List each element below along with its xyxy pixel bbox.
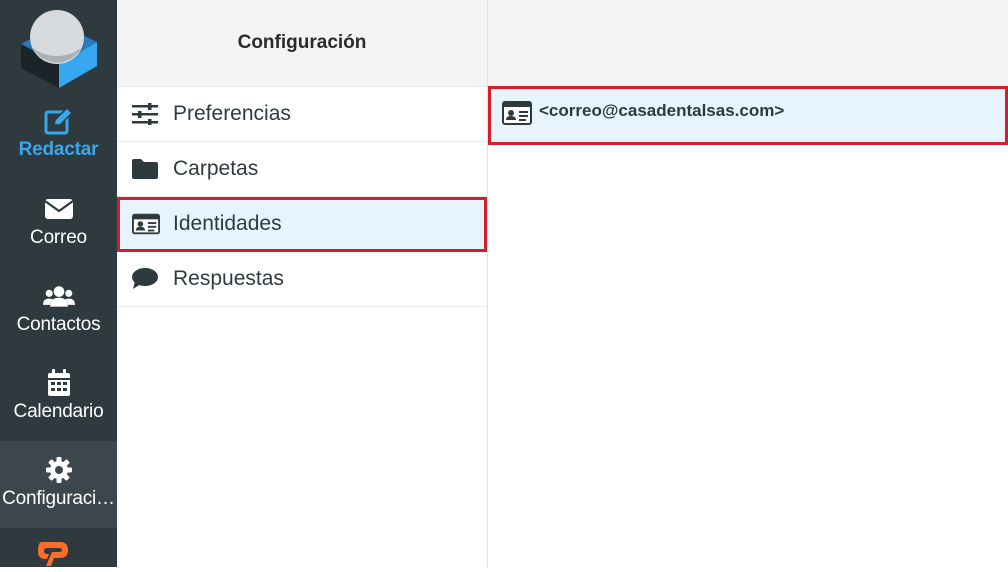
id-card-icon — [502, 101, 532, 125]
nav-label-contacts: Contactos — [16, 314, 101, 335]
folder-icon — [132, 157, 160, 181]
nav-settings[interactable]: Configuraci… — [0, 441, 117, 528]
compose-icon — [43, 105, 75, 137]
settings-item-label: Identidades — [173, 212, 282, 235]
nav-contacts[interactable]: Contactos — [0, 267, 117, 354]
nav-label-compose: Redactar — [18, 139, 99, 160]
speech-bubble-icon — [132, 267, 160, 291]
settings-sections-panel: Configuración Preferencias Carpetas Iden… — [117, 0, 488, 567]
settings-header: Configuración — [117, 0, 487, 87]
nav-compose[interactable]: Redactar — [0, 92, 117, 179]
settings-item-label: Carpetas — [173, 157, 259, 180]
envelope-icon — [43, 193, 75, 225]
settings-title: Configuración — [237, 32, 367, 53]
settings-item-identities[interactable]: Identidades — [117, 197, 487, 252]
settings-item-label: Respuestas — [173, 267, 284, 290]
gear-icon — [43, 454, 75, 486]
cpanel-logo[interactable] — [38, 540, 78, 567]
id-card-icon — [132, 212, 160, 236]
identity-email: <correo@casadentalsas.com> — [539, 101, 785, 120]
calendar-icon — [43, 367, 75, 399]
roundcube-logo[interactable] — [17, 4, 101, 88]
nav-mail[interactable]: Correo — [0, 180, 117, 267]
nav-label-settings: Configuraci… — [2, 488, 115, 509]
sliders-icon — [132, 102, 160, 126]
settings-item-preferences[interactable]: Preferencias — [117, 87, 487, 142]
nav-calendar[interactable]: Calendario — [0, 354, 117, 441]
settings-item-responses[interactable]: Respuestas — [117, 252, 487, 307]
identity-list-item[interactable]: <correo@casadentalsas.com> — [488, 86, 1008, 145]
nav-label-calendar: Calendario — [13, 401, 104, 422]
settings-item-label: Preferencias — [173, 102, 291, 125]
settings-item-folders[interactable]: Carpetas — [117, 142, 487, 197]
identities-header — [488, 0, 1008, 87]
nav-label-mail: Correo — [30, 227, 87, 248]
app-sidebar: Redactar Correo Contactos Calendario Con… — [0, 0, 117, 567]
identities-panel: <correo@casadentalsas.com> — [488, 0, 1008, 567]
users-icon — [42, 280, 75, 312]
